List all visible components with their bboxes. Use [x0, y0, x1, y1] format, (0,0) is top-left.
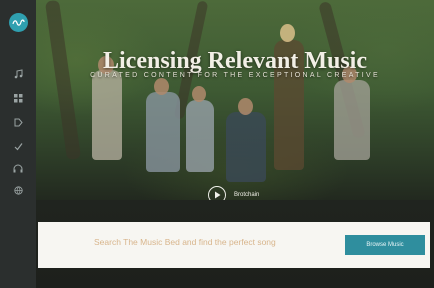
band-member: [334, 80, 370, 160]
hero-subtitle: CURATED CONTENT FOR THE EXCEPTIONAL CREA…: [90, 72, 380, 79]
play-icon: [214, 191, 220, 199]
band-member: [226, 112, 266, 182]
checkmark-icon[interactable]: [12, 140, 24, 152]
tree-trunk: [44, 0, 82, 161]
band-member-head: [192, 86, 206, 102]
sidebar: [0, 0, 36, 288]
search-prompt[interactable]: Search The Music Bed and find the perfec…: [94, 237, 276, 247]
tag-icon[interactable]: [12, 116, 24, 128]
band-member-head: [154, 78, 169, 95]
play-button[interactable]: [208, 186, 226, 200]
featured-track-player: Brotchain: [208, 186, 259, 200]
music-note-icon[interactable]: [12, 68, 24, 80]
band-member: [92, 70, 122, 160]
logo[interactable]: [9, 13, 28, 32]
music-bed-homepage: Licensing Relevant Music CURATED CONTENT…: [0, 0, 434, 288]
band-member-head: [280, 24, 295, 42]
band-member: [186, 100, 214, 172]
globe-icon[interactable]: [12, 184, 24, 196]
headphones-icon[interactable]: [12, 162, 24, 174]
grid-icon[interactable]: [12, 92, 24, 104]
band-member-head: [238, 98, 253, 115]
search-bar: Search The Music Bed and find the perfec…: [38, 222, 430, 268]
logo-mark-icon: [12, 19, 25, 26]
track-title[interactable]: Brotchain: [234, 192, 259, 198]
band-member: [146, 92, 180, 172]
hero-banner: Licensing Relevant Music CURATED CONTENT…: [36, 0, 434, 200]
browse-music-button[interactable]: Browse Music: [345, 235, 425, 255]
